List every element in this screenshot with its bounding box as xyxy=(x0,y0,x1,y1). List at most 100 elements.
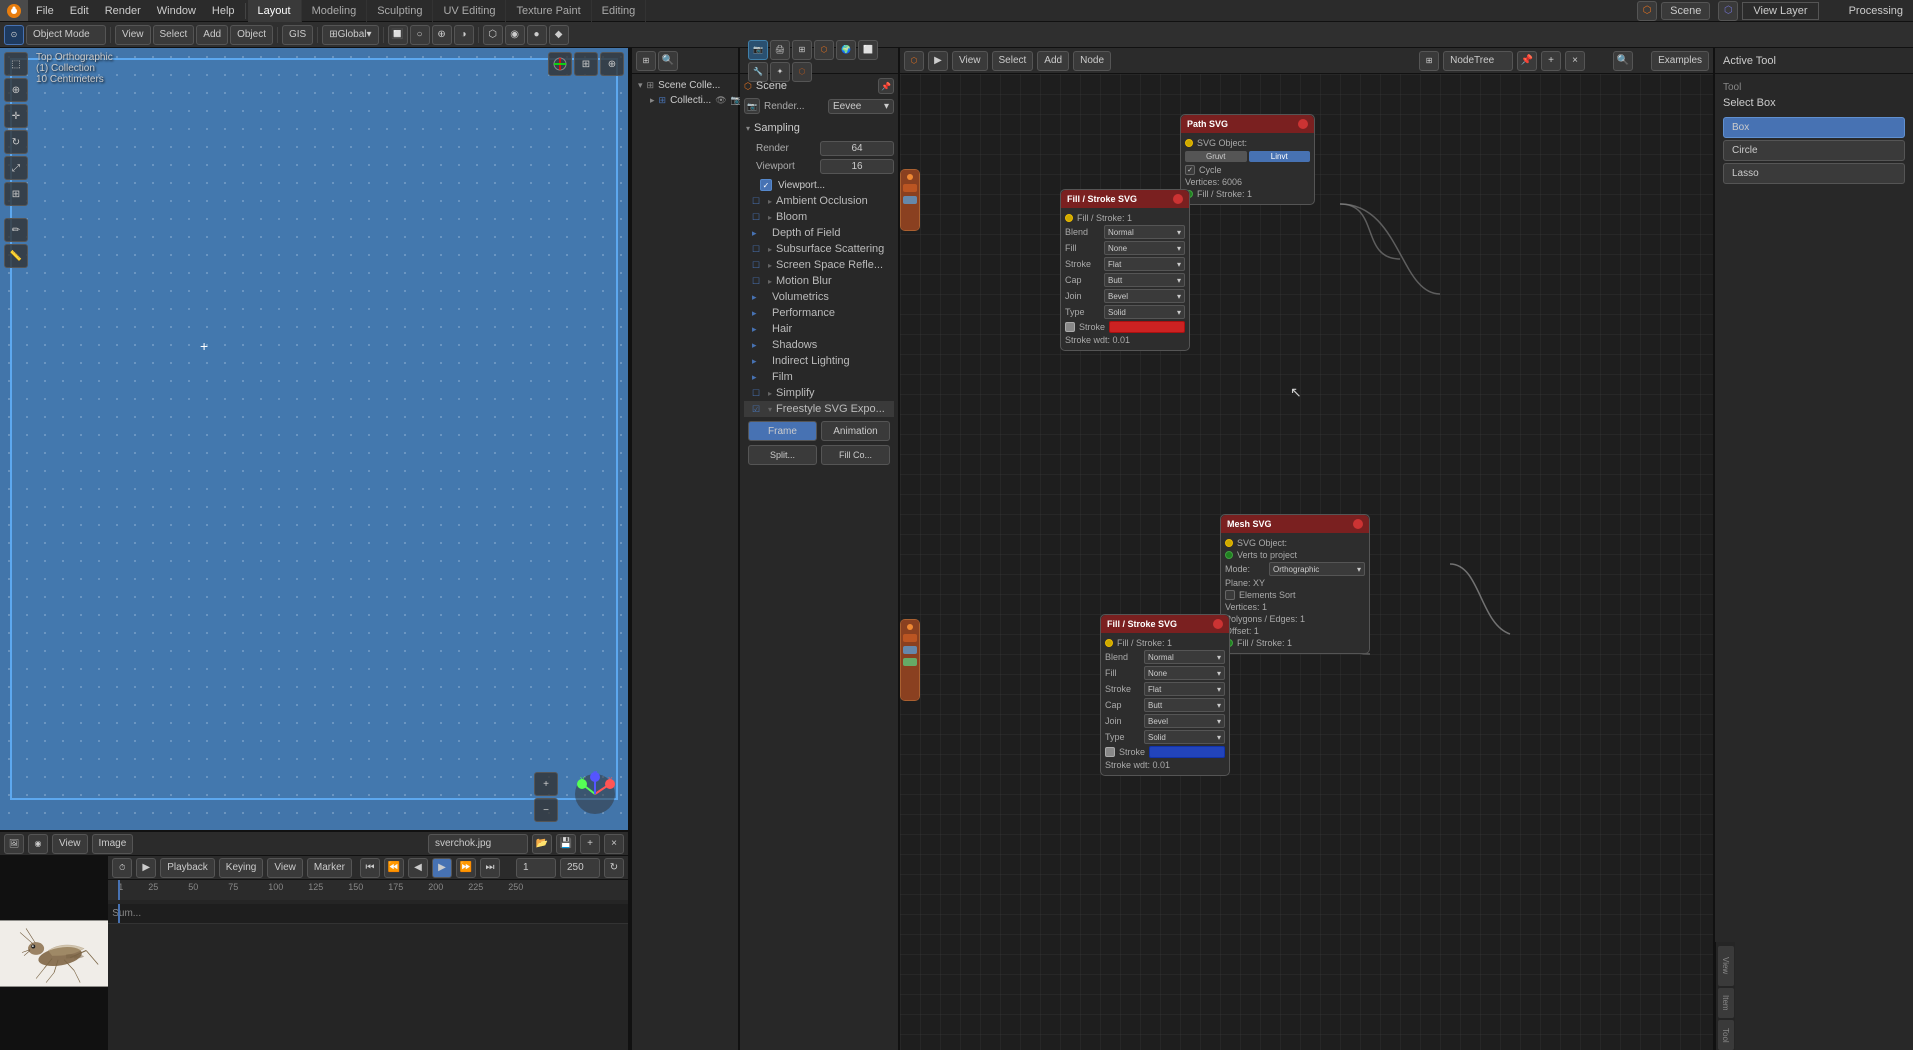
view-menu-btn[interactable]: View xyxy=(115,25,151,45)
tab-sculpting[interactable]: Sculpting xyxy=(367,0,433,22)
node-editor-mode-btn[interactable]: ▶ xyxy=(928,51,948,71)
end-frame[interactable]: 250 xyxy=(560,858,600,878)
output-props-icon[interactable]: 🖨 xyxy=(770,40,790,60)
node-close-dot-2[interactable] xyxy=(1173,194,1183,204)
node-orange-2[interactable] xyxy=(900,619,920,701)
axis-gizmo[interactable]: X Y Z xyxy=(570,769,620,822)
new-image-btn[interactable]: + xyxy=(580,834,600,854)
proportional-toggle[interactable]: ○ xyxy=(410,25,430,45)
view-layer-input[interactable]: View Layer xyxy=(1742,2,1818,20)
object-menu-btn[interactable]: Object xyxy=(230,25,273,45)
gruvt-tab[interactable]: Gruvt xyxy=(1185,151,1247,162)
cap-dropdown-2[interactable]: Butt▾ xyxy=(1144,698,1225,712)
gizmo-btn[interactable] xyxy=(548,52,572,76)
render-engine-dropdown[interactable]: Eevee▾ xyxy=(828,99,894,114)
step-back-btn[interactable]: ⏪ xyxy=(384,858,404,878)
orange-node-dot[interactable] xyxy=(907,174,913,180)
stroke-dropdown[interactable]: Flat▾ xyxy=(1104,257,1185,271)
menu-help[interactable]: Help xyxy=(204,0,243,21)
tab-editing[interactable]: Editing xyxy=(592,0,647,22)
stroke-dropdown-2[interactable]: Flat▾ xyxy=(1144,682,1225,696)
node-add-btn[interactable]: Add xyxy=(1037,51,1069,71)
overlay-toggle[interactable]: ⊕ xyxy=(432,25,452,45)
menu-file[interactable]: File xyxy=(28,0,62,21)
node-view-btn[interactable]: View xyxy=(952,51,988,71)
select-menu-btn[interactable]: Select xyxy=(153,25,195,45)
viewport-samples-input[interactable]: 16 xyxy=(820,159,894,174)
cycle-checkbox[interactable]: ✓ xyxy=(1185,165,1195,175)
tab-layout[interactable]: Layout xyxy=(248,0,302,22)
image-view-btn[interactable]: View xyxy=(52,834,88,854)
timeline-mode-btn[interactable]: ▶ xyxy=(136,858,156,878)
load-image-btn[interactable]: 📂 xyxy=(532,834,552,854)
image-image-btn[interactable]: Image xyxy=(92,834,134,854)
xray-toggle[interactable]: ◑ xyxy=(454,25,474,45)
elements-sort-check[interactable] xyxy=(1225,590,1235,600)
split-btn[interactable]: Split... xyxy=(748,445,817,465)
section-subsurface-scattering[interactable]: ☐ ▸ Subsurface Scattering xyxy=(744,241,894,257)
collection-row[interactable]: ▸ ⊞ Collecti... 👁 📷 xyxy=(648,93,734,108)
join-dropdown[interactable]: Bevel▾ xyxy=(1104,289,1185,303)
scale-tool[interactable]: ⤢ xyxy=(4,156,28,180)
node-new-btn[interactable]: + xyxy=(1541,51,1561,71)
scene-collection-header[interactable]: ▾ ⊞ Scene Colle... xyxy=(636,78,734,93)
viewport-shading-3[interactable]: ● xyxy=(527,25,547,45)
transform-orientation[interactable]: ⊞Global▾ xyxy=(322,25,378,45)
node-node-btn[interactable]: Node xyxy=(1073,51,1111,71)
zoom-in-btn[interactable]: + xyxy=(534,772,558,796)
section-motion-blur[interactable]: ☐ ▸ Motion Blur xyxy=(744,273,894,289)
node-close-dot[interactable] xyxy=(1298,119,1308,129)
scene-options-btn[interactable]: 📌 xyxy=(878,78,894,94)
strip-view-btn[interactable]: View xyxy=(1718,946,1734,986)
viewport-shading-4[interactable]: ◆ xyxy=(549,25,569,45)
timeline-view-btn[interactable]: View xyxy=(267,858,303,878)
section-performance[interactable]: ▸ Performance xyxy=(744,305,894,321)
tab-modeling[interactable]: Modeling xyxy=(302,0,368,22)
node-fill-stroke-2[interactable]: Fill / Stroke SVG Fill / Stroke: 1 Blend… xyxy=(1100,614,1230,776)
stroke-color-dot-2[interactable] xyxy=(1105,747,1115,757)
object-props-icon[interactable]: ⬜ xyxy=(858,40,878,60)
measure-tool[interactable]: 📏 xyxy=(4,244,28,268)
blend-dropdown[interactable]: Normal▾ xyxy=(1104,225,1185,239)
keying-btn[interactable]: Keying xyxy=(219,858,264,878)
node-path-svg[interactable]: Path SVG SVG Object: Gruvt Linvt ✓ Cycle xyxy=(1180,114,1315,205)
stroke-color-dot[interactable] xyxy=(1065,322,1075,332)
type-dropdown-2[interactable]: Solid▾ xyxy=(1144,730,1225,744)
vl-mode-btn[interactable]: ⊞ xyxy=(636,51,656,71)
strip-item-btn[interactable]: Item xyxy=(1718,988,1734,1018)
cursor-tool[interactable]: ⊕ xyxy=(4,78,28,102)
play-reverse-btn[interactable]: ◀ xyxy=(408,858,428,878)
socket-out-4[interactable] xyxy=(1105,639,1113,647)
strip-tool-btn[interactable]: Tool xyxy=(1718,1020,1734,1050)
rotate-tool[interactable]: ↻ xyxy=(4,130,28,154)
node-pin-btn[interactable]: 📌 xyxy=(1517,51,1537,71)
image-viewer-mode-btn[interactable]: ◉ xyxy=(28,834,48,854)
section-volumetrics[interactable]: ▸ Volumetrics xyxy=(744,289,894,305)
section-screen-space-reflections[interactable]: ☐ ▸ Screen Space Refle... xyxy=(744,257,894,273)
mode-box-btn[interactable]: Box xyxy=(1723,117,1905,138)
move-tool[interactable]: ✛ xyxy=(4,104,28,128)
node-tree-name[interactable]: NodeTree xyxy=(1443,51,1513,71)
skip-start-btn[interactable]: ⏮ xyxy=(360,858,380,878)
vl-filter-btn[interactable]: 🔍 xyxy=(658,51,678,71)
play-btn[interactable]: ▶ xyxy=(432,858,452,878)
tab-texture-paint[interactable]: Texture Paint xyxy=(506,0,591,22)
viewport-shading-2[interactable]: ◉ xyxy=(505,25,525,45)
node-fill-stroke-1[interactable]: Fill / Stroke SVG Fill / Stroke: 1 Blend… xyxy=(1060,189,1190,351)
section-film[interactable]: ▸ Film xyxy=(744,369,894,385)
node-canvas[interactable]: Path SVG SVG Object: Gruvt Linvt ✓ Cycle xyxy=(900,74,1713,1050)
blend-dropdown-2[interactable]: Normal▾ xyxy=(1144,650,1225,664)
socket-out[interactable] xyxy=(1185,139,1193,147)
render-samples-input[interactable]: 64 xyxy=(820,141,894,156)
node-close-dot-3[interactable] xyxy=(1353,519,1363,529)
section-hair[interactable]: ▸ Hair xyxy=(744,321,894,337)
node-close-dot-4[interactable] xyxy=(1213,619,1223,629)
viewport-shading-1[interactable]: ⬡ xyxy=(483,25,503,45)
node-close-btn[interactable]: × xyxy=(1565,51,1585,71)
viewport-overlay-settings[interactable]: ⊕ xyxy=(600,52,624,76)
fill-btn[interactable]: Fill Co... xyxy=(821,445,890,465)
linvt-tab[interactable]: Linvt xyxy=(1249,151,1311,162)
node-mesh-svg[interactable]: Mesh SVG SVG Object: Verts to project Mo… xyxy=(1220,514,1370,654)
sampling-section-header[interactable]: ▾ Sampling xyxy=(744,118,894,138)
join-dropdown-2[interactable]: Bevel▾ xyxy=(1144,714,1225,728)
